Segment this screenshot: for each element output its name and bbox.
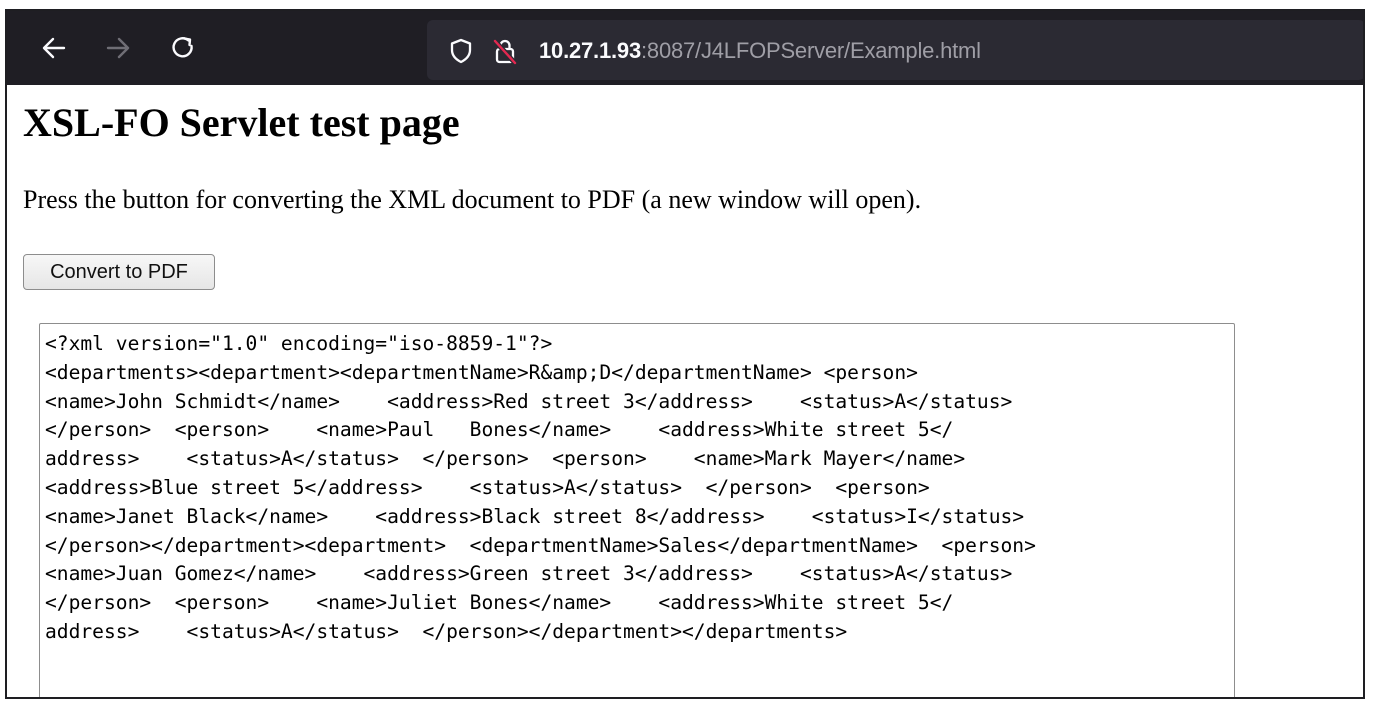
intro-text: Press the button for converting the XML …: [23, 185, 922, 214]
reload-icon: [169, 34, 197, 62]
insecure-lock-icon[interactable]: [491, 37, 519, 66]
browser-window: 10.27.1.93:8087/J4LFOPServer/Example.htm…: [5, 9, 1365, 699]
shield-icon[interactable]: [447, 37, 475, 65]
url-host: 10.27.1.93: [539, 38, 641, 63]
xml-textarea[interactable]: <?xml version="1.0" encoding="iso-8859-1…: [39, 323, 1235, 697]
forward-button[interactable]: [100, 30, 136, 66]
address-bar[interactable]: 10.27.1.93:8087/J4LFOPServer/Example.htm…: [427, 20, 1363, 80]
page-content: XSL-FO Servlet test page Press the butto…: [7, 85, 1363, 697]
url-path: :8087/J4LFOPServer/Example.html: [641, 38, 981, 63]
back-arrow-icon: [40, 34, 68, 62]
convert-to-pdf-button[interactable]: Convert to PDF: [23, 254, 215, 290]
url-text[interactable]: 10.27.1.93:8087/J4LFOPServer/Example.htm…: [539, 37, 981, 65]
page-title: XSL-FO Servlet test page: [23, 100, 460, 145]
back-button[interactable]: [36, 30, 72, 66]
browser-toolbar: 10.27.1.93:8087/J4LFOPServer/Example.htm…: [7, 11, 1363, 85]
reload-button[interactable]: [165, 30, 201, 66]
forward-arrow-icon: [104, 34, 132, 62]
